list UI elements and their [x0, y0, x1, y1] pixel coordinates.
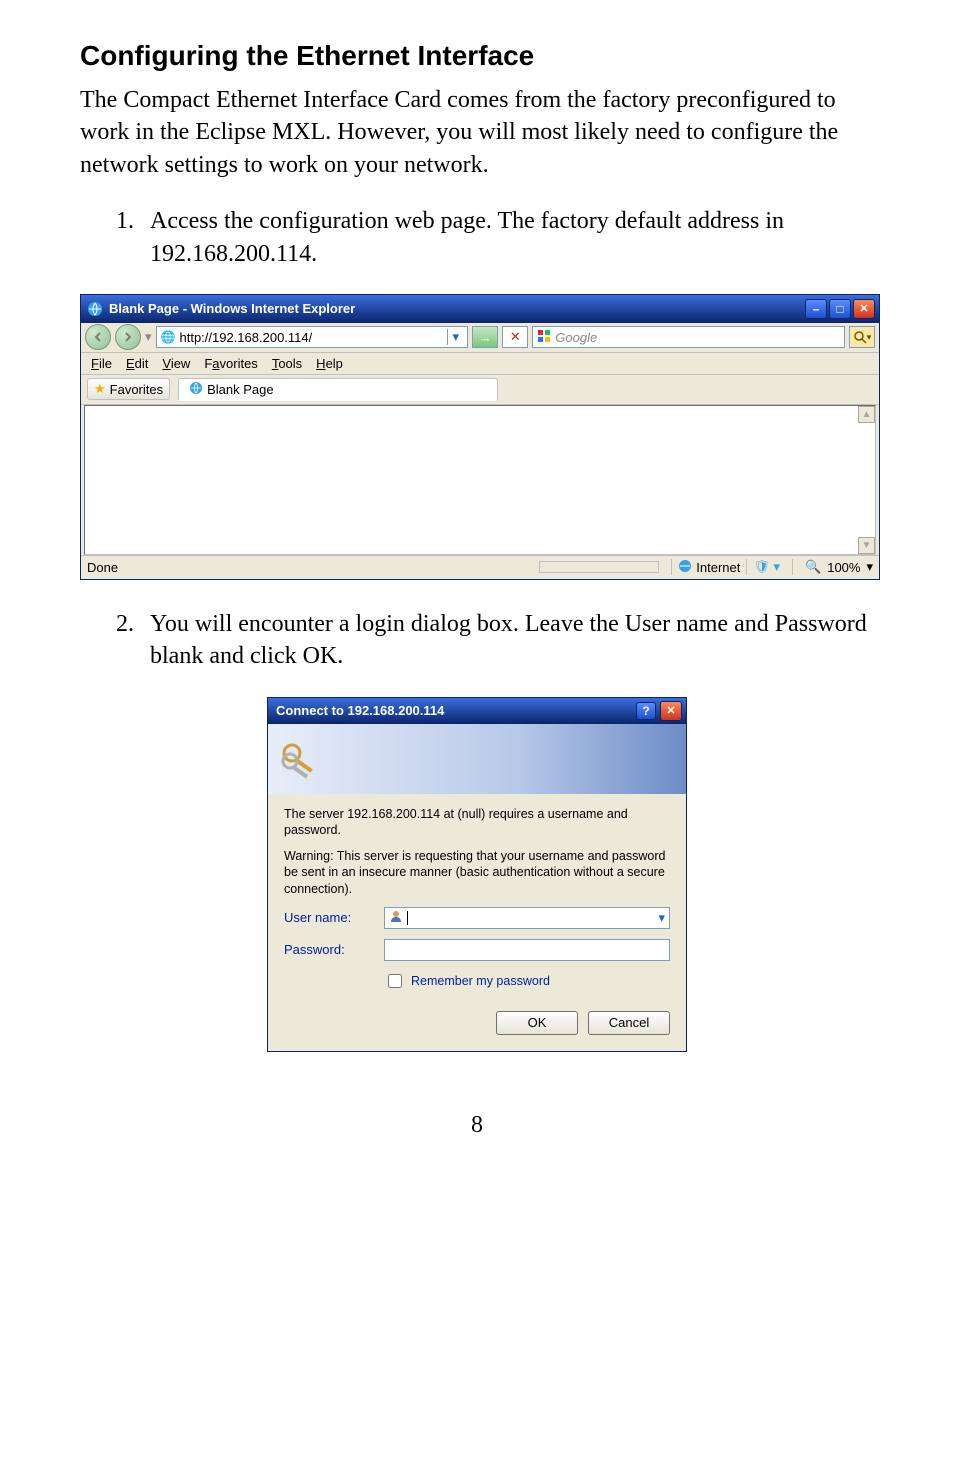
keys-icon — [280, 739, 320, 779]
username-label: User name: — [284, 910, 384, 925]
username-input[interactable]: ▾ — [384, 907, 670, 929]
ie-window: Blank Page - Windows Internet Explorer ▾… — [80, 294, 880, 580]
intro-paragraph: The Compact Ethernet Interface Card come… — [80, 84, 874, 181]
cancel-button[interactable]: Cancel — [588, 1011, 670, 1035]
remember-checkbox[interactable] — [388, 974, 402, 988]
address-row: ▾ 🌐 http://192.168.200.114/ ▾ → ✕ Google… — [81, 323, 879, 353]
ie-logo-icon — [87, 301, 103, 317]
stop-button[interactable]: ✕ — [502, 326, 528, 348]
star-icon: ★ — [94, 381, 106, 397]
close-button[interactable] — [853, 299, 875, 319]
menu-bar: File Edit View Favorites Tools Help — [81, 353, 879, 375]
progress-bar — [539, 561, 659, 573]
search-placeholder: Google — [555, 330, 597, 345]
protected-mode-icon[interactable]: 🛡 ▾ — [753, 559, 780, 575]
status-bar: Done Internet 🛡 ▾ 🔍 100% ▾ — [81, 555, 879, 579]
ok-button[interactable]: OK — [496, 1011, 578, 1035]
menu-help[interactable]: Help — [316, 356, 343, 371]
menu-tools[interactable]: Tools — [272, 356, 302, 371]
browser-viewport: ▲ ▼ — [84, 405, 876, 555]
back-button[interactable] — [85, 324, 111, 350]
step-1: Access the configuration web page. The f… — [140, 205, 874, 270]
login-msg-2: Warning: This server is requesting that … — [284, 848, 670, 897]
remember-label: Remember my password — [411, 974, 550, 988]
favorites-label: Favorites — [110, 382, 163, 397]
ie-titlebar: Blank Page - Windows Internet Explorer — [81, 295, 879, 323]
tab-page-icon — [189, 381, 203, 398]
search-box[interactable]: Google — [532, 326, 845, 348]
menu-file[interactable]: File — [91, 356, 112, 371]
address-dropdown-icon[interactable]: ▾ — [447, 329, 463, 345]
tab-blank-page[interactable]: Blank Page — [178, 378, 498, 401]
internet-icon — [678, 559, 692, 576]
tab-label: Blank Page — [207, 382, 274, 397]
menu-view[interactable]: View — [162, 356, 190, 371]
status-text: Done — [87, 560, 539, 575]
password-input[interactable] — [384, 939, 670, 961]
login-close-button[interactable] — [660, 701, 682, 721]
go-button[interactable]: → — [472, 326, 498, 348]
scroll-up-button[interactable]: ▲ — [858, 406, 875, 423]
forward-button[interactable] — [115, 324, 141, 350]
username-dropdown-icon[interactable]: ▾ — [658, 910, 665, 926]
minimize-button[interactable] — [805, 299, 827, 319]
step-2: You will encounter a login dialog box. L… — [140, 608, 874, 673]
zoom-icon[interactable]: 🔍 — [805, 559, 821, 575]
password-label: Password: — [284, 942, 384, 957]
page-icon: 🌐 — [161, 330, 176, 344]
user-icon — [389, 909, 403, 926]
zoom-level: 100% — [827, 560, 860, 575]
maximize-button[interactable] — [829, 299, 851, 319]
help-button[interactable]: ? — [636, 702, 656, 720]
menu-edit[interactable]: Edit — [126, 356, 148, 371]
nav-dropdown-icon[interactable]: ▾ — [145, 329, 152, 345]
favorites-button[interactable]: ★ Favorites — [87, 378, 170, 400]
login-msg-1: The server 192.168.200.114 at (null) req… — [284, 806, 670, 839]
menu-favorites[interactable]: Favorites — [204, 356, 257, 371]
address-bar[interactable]: 🌐 http://192.168.200.114/ ▾ — [156, 326, 469, 348]
page-heading: Configuring the Ethernet Interface — [80, 40, 874, 72]
page-number: 8 — [80, 1112, 874, 1139]
login-dialog: Connect to 192.168.200.114 ? The server … — [267, 697, 687, 1052]
login-titlebar: Connect to 192.168.200.114 ? — [268, 698, 686, 724]
zone-label: Internet — [696, 560, 740, 575]
address-url: http://192.168.200.114/ — [179, 330, 312, 345]
login-body: The server 192.168.200.114 at (null) req… — [268, 794, 686, 1051]
zoom-dropdown-icon[interactable]: ▾ — [866, 559, 873, 575]
login-title-text: Connect to 192.168.200.114 — [276, 703, 636, 718]
login-banner — [268, 724, 686, 794]
zone-indicator[interactable]: Internet — [678, 559, 740, 576]
search-button[interactable]: ▾ — [849, 326, 875, 348]
scroll-down-button[interactable]: ▼ — [858, 537, 875, 554]
google-icon — [537, 329, 551, 346]
tab-row: ★ Favorites Blank Page — [81, 375, 879, 405]
window-title: Blank Page - Windows Internet Explorer — [109, 301, 803, 316]
